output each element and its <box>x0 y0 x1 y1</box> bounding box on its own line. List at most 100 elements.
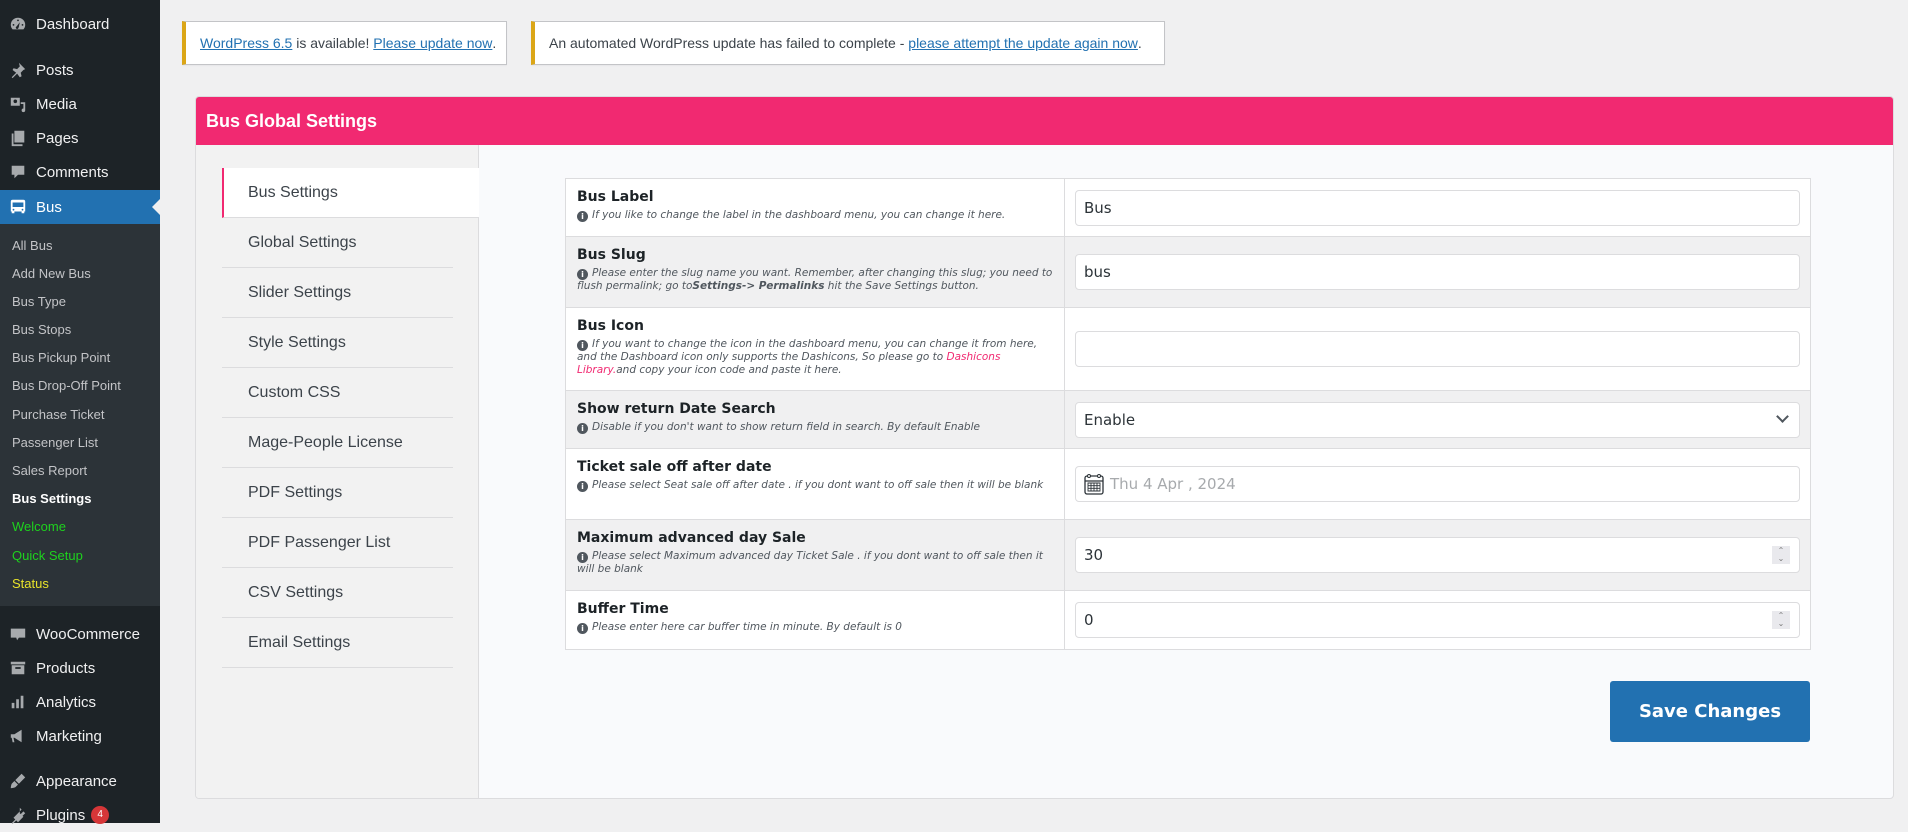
info-icon: i <box>577 623 588 634</box>
form-row-return-date-search: Show return Date Search i Disable if you … <box>566 391 1810 449</box>
input-value: 0 <box>1084 611 1094 629</box>
submenu-status[interactable]: Status <box>12 576 49 591</box>
chevron-down-icon <box>1776 409 1789 423</box>
menu-item-dashboard[interactable]: Dashboard <box>0 7 160 41</box>
bar-chart-icon <box>0 693 36 711</box>
tab-email-settings[interactable]: Email Settings <box>222 618 453 668</box>
menu-item-analytics[interactable]: Analytics <box>0 685 160 719</box>
input-value: Bus <box>1084 198 1112 217</box>
wordpress-version-link[interactable]: WordPress 6.5 <box>200 35 292 51</box>
form-row-bus-label: Bus Label i If you like to change the lab… <box>566 179 1810 237</box>
pages-icon <box>0 129 36 147</box>
bus-icon-input[interactable] <box>1075 331 1800 367</box>
media-icon <box>0 95 36 113</box>
tab-csv-settings[interactable]: CSV Settings <box>222 568 453 618</box>
menu-label: Appearance <box>36 772 117 790</box>
menu-label: Bus <box>36 198 62 216</box>
info-icon: i <box>577 340 588 351</box>
menu-item-bus[interactable]: Bus <box>0 190 160 224</box>
info-icon: i <box>577 481 588 492</box>
submenu-all-bus[interactable]: All Bus <box>12 238 52 253</box>
max-advanced-day-input[interactable]: 30 ⌃ ⌄ <box>1075 537 1800 573</box>
please-update-link[interactable]: Please update now <box>373 35 492 51</box>
field-title: Maximum advanced day Sale <box>577 530 806 546</box>
calendar-icon <box>1084 474 1104 495</box>
panel-title: Bus Global Settings <box>196 97 1893 145</box>
tab-pdf-settings[interactable]: PDF Settings <box>222 468 453 518</box>
admin-sidebar: Dashboard Posts Media Pages Comments Bus… <box>0 0 160 824</box>
form-row-bus-icon: Bus Icon i If you want to change the icon… <box>566 308 1810 391</box>
select-value: Enable <box>1084 410 1136 429</box>
save-changes-button[interactable]: Save Changes <box>1610 681 1810 742</box>
form-row-max-advanced-day: Maximum advanced day Sale i Please select… <box>566 520 1810 591</box>
menu-item-appearance[interactable]: Appearance <box>0 764 160 798</box>
field-description: Disable if you don't want to show return… <box>592 421 980 433</box>
submenu-add-new-bus[interactable]: Add New Bus <box>12 266 91 281</box>
menu-item-pages[interactable]: Pages <box>0 121 160 155</box>
tab-style-settings[interactable]: Style Settings <box>222 318 453 368</box>
submenu-bus-dropoff-point[interactable]: Bus Drop-Off Point <box>12 378 121 393</box>
menu-label: Dashboard <box>36 15 110 33</box>
megaphone-icon <box>0 727 36 745</box>
form-row-buffer-time: Buffer Time i Please enter here car buffe… <box>566 591 1810 649</box>
menu-label: Marketing <box>36 727 102 745</box>
submenu-bus-stops[interactable]: Bus Stops <box>12 322 71 337</box>
number-spinner[interactable]: ⌃ ⌄ <box>1772 611 1790 629</box>
submenu-bus-pickup-point[interactable]: Bus Pickup Point <box>12 350 110 365</box>
settings-tab-nav: Bus Settings Global Settings Slider Sett… <box>196 145 479 798</box>
info-icon: i <box>577 211 588 222</box>
input-value: bus <box>1084 263 1111 281</box>
menu-item-products[interactable]: Products <box>0 651 160 685</box>
comment-icon <box>0 163 36 181</box>
bus-submenu: All Bus Add New Bus Bus Type Bus Stops B… <box>0 224 160 606</box>
menu-item-posts[interactable]: Posts <box>0 53 160 87</box>
info-icon: i <box>577 269 588 280</box>
submenu-welcome[interactable]: Welcome <box>12 519 66 534</box>
input-value: 30 <box>1084 546 1104 564</box>
submenu-sales-report[interactable]: Sales Report <box>12 463 87 478</box>
menu-item-media[interactable]: Media <box>0 87 160 121</box>
ticket-sale-off-date-input[interactable]: Thu 4 Apr , 2024 <box>1075 466 1800 502</box>
permalinks-path: Settings-> Permalinks <box>692 280 825 292</box>
pin-icon <box>0 61 36 79</box>
menu-item-woocommerce[interactable]: WooCommerce <box>0 617 160 651</box>
dashboard-icon <box>0 15 36 33</box>
menu-label: Plugins <box>36 806 86 824</box>
notice-text: is available! <box>292 35 374 51</box>
bus-settings-form: Bus Label i If you like to change the lab… <box>565 178 1811 650</box>
field-title: Ticket sale off after date <box>577 459 772 475</box>
info-icon: i <box>577 423 588 434</box>
submenu-bus-type[interactable]: Bus Type <box>12 294 66 309</box>
brush-icon <box>0 772 36 790</box>
attempt-update-link[interactable]: please attempt the update again now <box>908 35 1138 51</box>
field-title: Bus Icon <box>577 318 644 334</box>
submenu-bus-settings[interactable]: Bus Settings <box>12 491 91 506</box>
notice-text: . <box>492 35 497 51</box>
tab-bus-settings[interactable]: Bus Settings <box>222 168 479 218</box>
tab-global-settings[interactable]: Global Settings <box>222 218 453 268</box>
buffer-time-input[interactable]: 0 ⌃ ⌄ <box>1075 602 1800 638</box>
number-spinner[interactable]: ⌃ ⌄ <box>1772 546 1790 564</box>
menu-label: Analytics <box>36 693 97 711</box>
bus-label-input[interactable]: Bus <box>1075 189 1800 226</box>
field-description: Please select Seat sale off after date .… <box>592 479 1044 491</box>
tab-mage-people-license[interactable]: Mage-People License <box>222 418 453 468</box>
menu-item-marketing[interactable]: Marketing <box>0 719 160 753</box>
submenu-passenger-list[interactable]: Passenger List <box>12 435 98 450</box>
field-title: Bus Slug <box>577 247 646 263</box>
field-description: Please select Maximum advanced day Ticke… <box>577 550 1043 575</box>
tab-slider-settings[interactable]: Slider Settings <box>222 268 453 318</box>
bus-icon <box>0 198 36 216</box>
return-date-select[interactable]: Enable <box>1075 401 1800 438</box>
menu-item-comments[interactable]: Comments <box>0 155 160 189</box>
tab-pdf-passenger-list[interactable]: PDF Passenger List <box>222 518 453 568</box>
archive-icon <box>0 659 36 677</box>
menu-label: Products <box>36 659 96 677</box>
date-placeholder: Thu 4 Apr , 2024 <box>1110 475 1236 493</box>
update-failed-notice: An automated WordPress update has failed… <box>531 21 1165 65</box>
tab-custom-css[interactable]: Custom CSS <box>222 368 453 418</box>
menu-item-plugins[interactable]: Plugins 4 <box>0 798 160 832</box>
bus-slug-input[interactable]: bus <box>1075 254 1800 290</box>
submenu-purchase-ticket[interactable]: Purchase Ticket <box>12 407 105 422</box>
submenu-quick-setup[interactable]: Quick Setup <box>12 548 83 563</box>
